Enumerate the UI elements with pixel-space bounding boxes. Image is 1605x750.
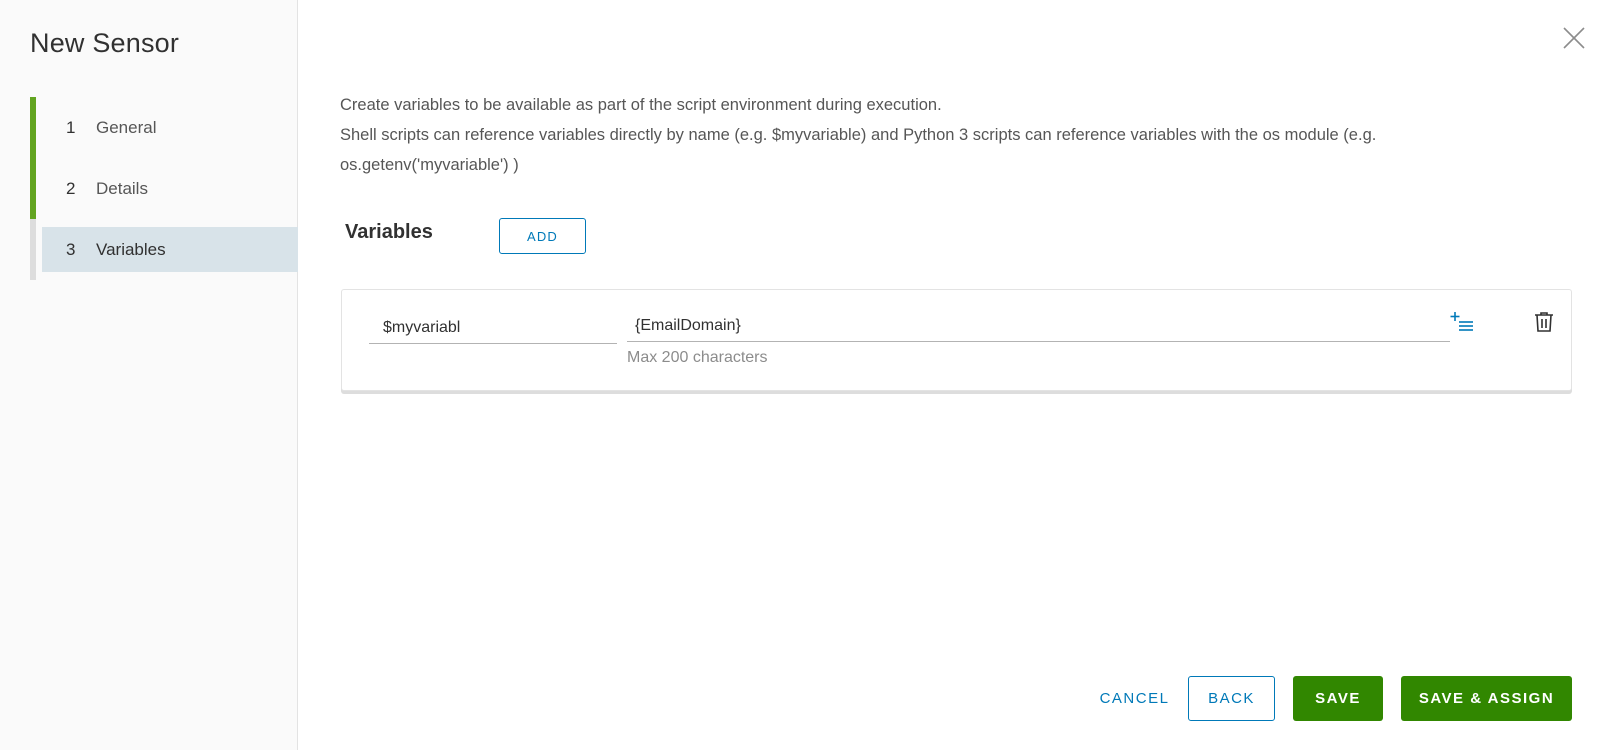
variable-name-input[interactable]: $myvariabl [369, 312, 617, 344]
step-details[interactable]: 2 Details [30, 158, 298, 219]
save-button[interactable]: SAVE [1293, 676, 1383, 721]
step-variables[interactable]: 3 Variables [30, 219, 298, 280]
add-variable-button[interactable]: ADD [499, 218, 586, 254]
variables-description: Create variables to be available as part… [340, 90, 1540, 180]
wizard-title: New Sensor [30, 28, 180, 58]
wizard-sidebar: New Sensor 1 General 2 Details 3 Variabl… [0, 0, 298, 750]
back-button[interactable]: BACK [1188, 676, 1275, 721]
step-label: Details [96, 178, 148, 198]
variable-value-input[interactable]: {EmailDomain} [627, 310, 1450, 342]
insert-lookup-icon[interactable] [1450, 310, 1476, 336]
step-progress-bar [30, 97, 36, 158]
step-progress-bar [30, 219, 36, 280]
close-icon[interactable] [1560, 24, 1588, 52]
wizard-steps: 1 General 2 Details 3 Variables [30, 97, 298, 280]
step-number: 3 [66, 239, 76, 259]
description-line-1: Create variables to be available as part… [340, 96, 942, 114]
step-general[interactable]: 1 General [30, 97, 298, 158]
variable-row: $myvariabl {EmailDomain} Max 200 charact… [341, 289, 1572, 391]
step-number: 1 [66, 117, 76, 137]
step-progress-bar [30, 158, 36, 219]
section-title: Variables [345, 221, 433, 243]
description-line-2: Shell scripts can reference variables di… [340, 126, 1377, 174]
value-helper-text: Max 200 characters [627, 349, 768, 366]
cancel-button[interactable]: CANCEL [1082, 676, 1187, 721]
step-number: 2 [66, 178, 76, 198]
step-label: General [96, 117, 157, 137]
trash-icon[interactable] [1532, 310, 1556, 334]
step-label: Variables [96, 239, 166, 259]
save-and-assign-button[interactable]: SAVE & ASSIGN [1401, 676, 1572, 721]
